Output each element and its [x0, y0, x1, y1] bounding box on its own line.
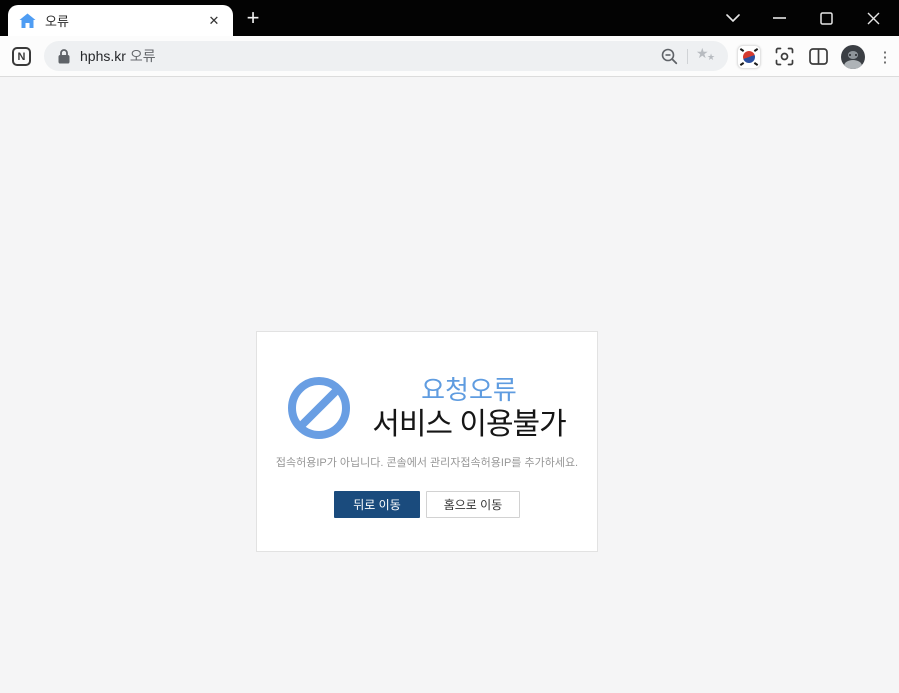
error-subtitle: 서비스 이용불가 — [372, 407, 567, 441]
error-card: 요청오류 서비스 이용불가 접속허용IP가 아닙니다. 콘솔에서 관리자접속허용… — [256, 331, 598, 552]
error-buttons: 뒤로 이동 홈으로 이동 — [257, 491, 597, 518]
minimize-button[interactable] — [756, 0, 803, 36]
divider — [687, 48, 688, 64]
translate-korean-flag-icon[interactable] — [737, 44, 761, 69]
tab-title: 오류 — [45, 14, 69, 29]
page-content: 요청오류 서비스 이용불가 접속허용IP가 아닙니다. 콘솔에서 관리자접속허용… — [0, 77, 899, 693]
url-domain: hphs.kr — [80, 48, 126, 64]
tab-close-icon[interactable]: ✕ — [203, 10, 225, 32]
browser-tab[interactable]: 오류 ✕ — [8, 5, 233, 36]
prohibition-icon — [288, 377, 351, 440]
capture-scan-icon[interactable] — [773, 46, 795, 68]
taeguk-symbol — [743, 50, 755, 63]
titlebar: 오류 ✕ + — [0, 0, 899, 36]
chevron-down-icon[interactable] — [709, 0, 756, 36]
window-controls — [709, 0, 897, 36]
address-bar-actions: ★ ★ — [657, 44, 720, 68]
new-tab-button[interactable]: + — [239, 4, 267, 32]
address-bar[interactable]: hphs.kr 오류 ★ ★ — [44, 41, 728, 71]
error-title: 요청오류 — [421, 375, 517, 405]
zoom-out-icon[interactable] — [657, 44, 681, 68]
toolbar-right-actions: ⋮ — [737, 36, 893, 77]
browser-toolbar: N hphs.kr 오류 ★ ★ ⋮ — [0, 36, 899, 77]
error-titles: 요청오류 서비스 이용불가 — [372, 375, 567, 441]
home-favicon-icon — [19, 13, 36, 28]
close-window-button[interactable] — [850, 0, 897, 36]
whale-logo-icon[interactable]: N — [12, 47, 31, 66]
profile-avatar[interactable] — [841, 44, 865, 69]
bookmark-stars-icon[interactable]: ★ ★ — [694, 44, 720, 68]
maximize-button[interactable] — [803, 0, 850, 36]
menu-dots-icon[interactable]: ⋮ — [877, 45, 893, 69]
go-back-button[interactable]: 뒤로 이동 — [334, 491, 420, 518]
split-view-icon[interactable] — [807, 46, 829, 68]
error-card-main: 요청오류 서비스 이용불가 — [257, 376, 597, 441]
error-description: 접속허용IP가 아닙니다. 콘솔에서 관리자접속허용IP를 추가하세요. — [275, 457, 579, 469]
star-icon: ★ — [707, 52, 716, 62]
lock-icon — [58, 48, 70, 63]
url-text: hphs.kr 오류 — [80, 46, 156, 66]
url-suffix: 오류 — [129, 48, 156, 64]
go-home-button[interactable]: 홈으로 이동 — [426, 491, 520, 518]
